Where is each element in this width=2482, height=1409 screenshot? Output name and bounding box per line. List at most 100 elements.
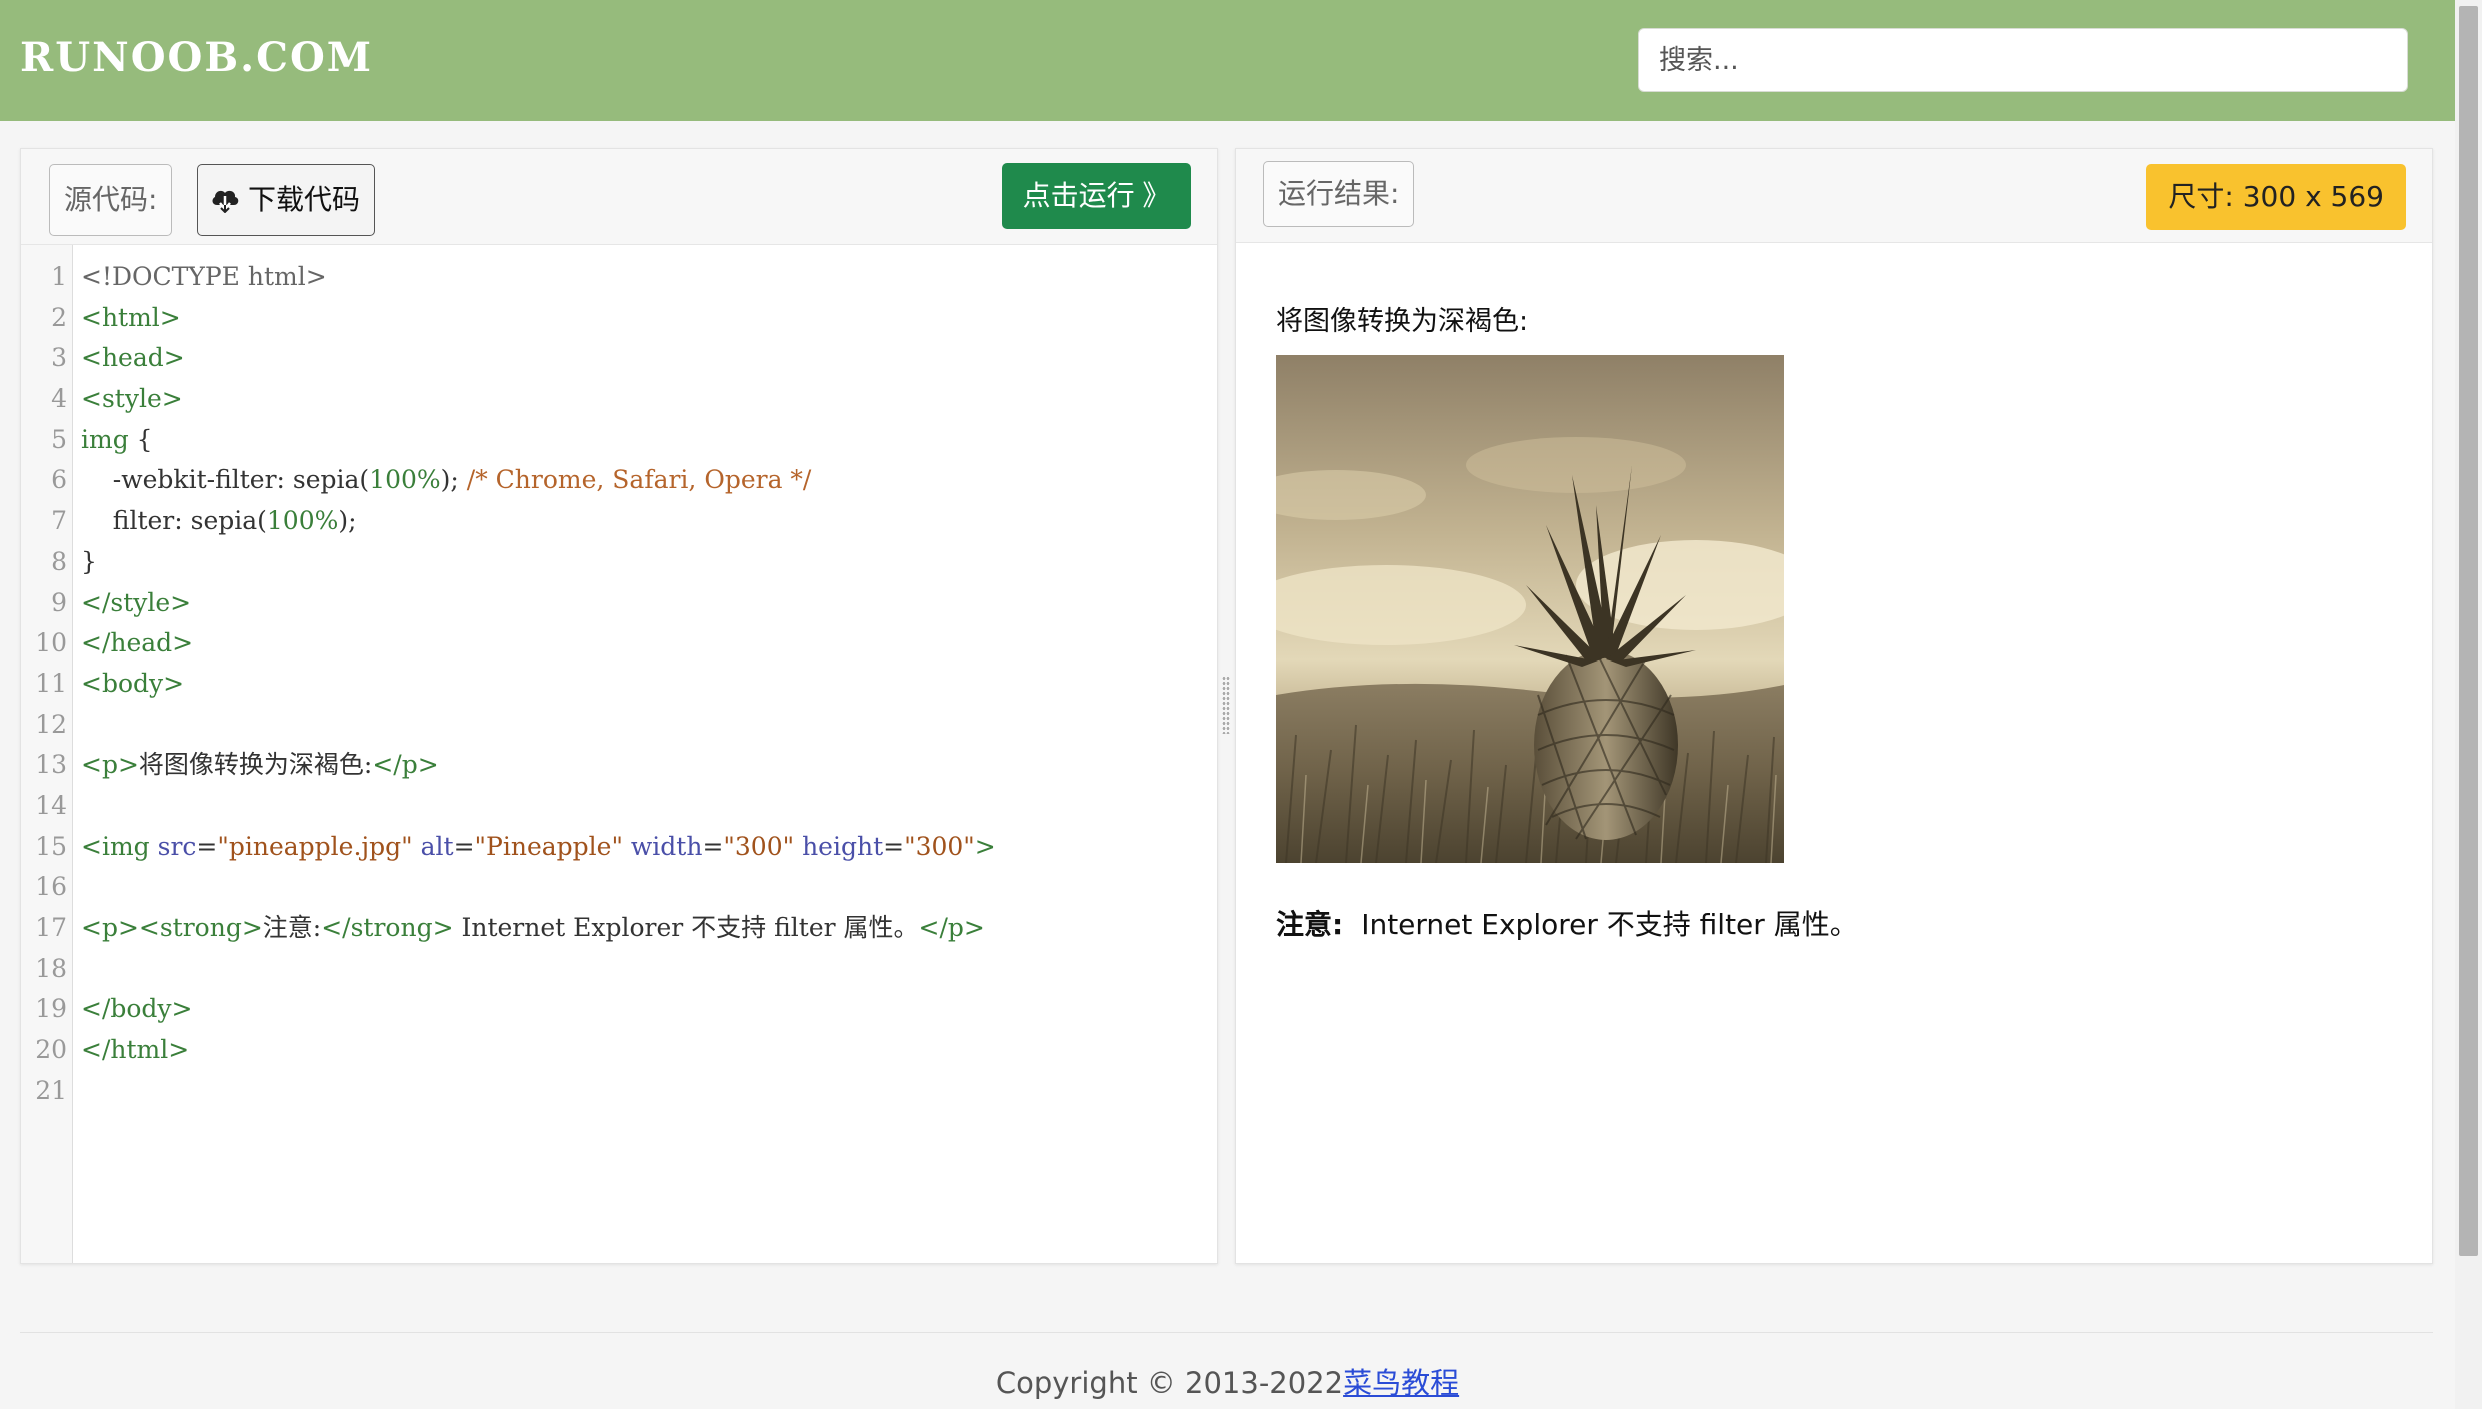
line-number: 10 xyxy=(35,628,67,658)
line-number: 17 xyxy=(35,913,67,942)
code-line[interactable]: 20 </html> xyxy=(21,1030,1217,1071)
code-line[interactable]: 10 </head> xyxy=(21,623,1217,664)
code-line[interactable]: 16 xyxy=(21,867,1217,908)
code-token: = xyxy=(453,831,475,861)
code-lines[interactable]: 1 <!DOCTYPE html> 2 <html> 3 <head> 4 <style> 5 i… xyxy=(21,257,1217,1111)
line-content[interactable]: img { xyxy=(81,420,153,461)
source-code-label: 源代码: xyxy=(49,164,173,236)
line-number: 15 xyxy=(35,831,67,861)
line-content[interactable]: </body> xyxy=(81,989,193,1030)
code-line[interactable]: 17 <p><strong>注意:</strong> Internet Explo… xyxy=(21,908,1217,949)
code-token: </strong> xyxy=(321,913,454,942)
line-number: 20 xyxy=(35,1035,67,1065)
source-code-panel: 源代码: 下载代码 点击运行 》 1 <!DOCTYPE html> 2 <html>… xyxy=(20,148,1218,1264)
code-token: <head> xyxy=(81,343,185,373)
code-line[interactable]: 7 filter: sepia(100%); xyxy=(21,501,1217,542)
line-content[interactable]: <head> xyxy=(81,338,185,379)
site-logo[interactable]: RUNOOB.COM xyxy=(20,34,373,81)
scrollbar-thumb[interactable] xyxy=(2459,6,2478,1256)
line-content[interactable]: -webkit-filter: sepia(100%); /* Chrome, … xyxy=(81,460,812,501)
line-content[interactable]: } xyxy=(81,542,97,583)
top-header: RUNOOB.COM xyxy=(0,0,2455,121)
code-line[interactable]: 2 <html> xyxy=(21,298,1217,339)
code-token: <img xyxy=(81,831,158,861)
line-content[interactable]: </head> xyxy=(81,623,193,664)
code-line[interactable]: 9 </style> xyxy=(21,583,1217,624)
line-number: 11 xyxy=(35,668,67,698)
code-token: <p> xyxy=(81,750,139,780)
cloud-download-icon xyxy=(212,190,239,213)
code-line[interactable]: 1 <!DOCTYPE html> xyxy=(21,257,1217,298)
line-content[interactable]: <p>将图像转换为深褐色:</p> xyxy=(81,745,439,786)
line-content[interactable]: <style> xyxy=(81,379,183,420)
code-line[interactable]: 3 <head> xyxy=(21,338,1217,379)
result-note: 注意: Internet Explorer 不支持 filter 属性。 xyxy=(1276,903,1858,943)
line-number: 3 xyxy=(51,343,67,373)
line-number: 14 xyxy=(35,790,67,820)
line-content[interactable]: </style> xyxy=(81,583,191,624)
code-token: width xyxy=(630,831,703,861)
page-scrollbar[interactable] xyxy=(2455,0,2482,1409)
code-token: height xyxy=(802,831,884,861)
line-content[interactable]: filter: sepia(100%); xyxy=(81,501,357,542)
code-token: /* Chrome, Safari, Opera */ xyxy=(466,465,812,495)
pineapple-image xyxy=(1276,355,1784,863)
code-token: <body> xyxy=(81,668,185,698)
code-line[interactable]: 19 </body> xyxy=(21,989,1217,1030)
code-token: = xyxy=(883,831,905,861)
code-token: ); xyxy=(338,506,357,536)
code-line[interactable]: 15 <img src="pineapple.jpg" alt="Pineappl… xyxy=(21,827,1217,868)
code-token: </body> xyxy=(81,994,193,1024)
code-token: <p><strong> xyxy=(81,913,263,942)
code-line[interactable]: 6 -webkit-filter: sepia(100%); /* Chrome… xyxy=(21,460,1217,501)
code-line[interactable]: 12 xyxy=(21,705,1217,746)
run-code-button[interactable]: 点击运行 》 xyxy=(1002,163,1191,229)
code-token: <!DOCTYPE html> xyxy=(81,262,327,291)
code-line[interactable]: 18 xyxy=(21,949,1217,990)
source-toolbar: 源代码: 下载代码 点击运行 》 xyxy=(21,149,1217,245)
code-token: { xyxy=(128,424,153,454)
code-token: ); xyxy=(440,465,467,495)
code-token: -webkit-filter: sepia( xyxy=(81,465,370,495)
line-number: 21 xyxy=(35,1075,67,1105)
result-paragraph: 将图像转换为深褐色: xyxy=(1276,306,1529,337)
search-input[interactable] xyxy=(1638,28,2408,92)
code-token: "pineapple.jpg" xyxy=(217,831,413,861)
code-token: 100% xyxy=(369,465,441,495)
line-content[interactable]: <!DOCTYPE html> xyxy=(81,257,327,298)
download-code-label: 下载代码 xyxy=(248,183,361,216)
line-number: 4 xyxy=(51,384,67,414)
pineapple-sepia-illustration xyxy=(1276,355,1784,863)
line-content[interactable]: <html> xyxy=(81,298,181,339)
code-token: "300" xyxy=(904,831,975,861)
line-number: 16 xyxy=(35,872,67,902)
code-token: </p> xyxy=(918,913,985,942)
code-line[interactable]: 4 <style> xyxy=(21,379,1217,420)
line-number: 19 xyxy=(35,994,67,1024)
download-code-button[interactable]: 下载代码 xyxy=(197,164,376,236)
runoob-link[interactable]: 菜鸟教程 xyxy=(1343,1366,1459,1400)
code-line[interactable]: 8} xyxy=(21,542,1217,583)
size-badge: 尺寸: 300 x 569 xyxy=(2146,164,2406,230)
code-line[interactable]: 11 <body> xyxy=(21,664,1217,705)
line-number: 7 xyxy=(51,506,67,536)
line-content[interactable]: <img src="pineapple.jpg" alt="Pineapple"… xyxy=(81,827,996,868)
line-number: 18 xyxy=(35,953,67,983)
code-line[interactable]: 13 <p>将图像转换为深褐色:</p> xyxy=(21,745,1217,786)
code-token: alt xyxy=(420,831,454,861)
code-line[interactable]: 21 xyxy=(21,1071,1217,1112)
line-content[interactable]: <p><strong>注意:</strong> Internet Explore… xyxy=(81,908,985,949)
line-number: 1 xyxy=(51,262,67,291)
line-number: 9 xyxy=(51,587,67,617)
panel-resize-handle[interactable] xyxy=(1222,676,1230,734)
result-toolbar: 运行结果: 尺寸: 300 x 569 xyxy=(1236,149,2432,243)
code-token: <style> xyxy=(81,384,183,414)
line-content[interactable]: <body> xyxy=(81,664,184,705)
code-editor[interactable]: 1 <!DOCTYPE html> 2 <html> 3 <head> 4 <style> 5 i… xyxy=(21,245,1217,1263)
code-line[interactable]: 5 img { xyxy=(21,420,1217,461)
code-token: img xyxy=(81,424,129,454)
code-line[interactable]: 14 xyxy=(21,786,1217,827)
line-content[interactable]: </html> xyxy=(81,1030,189,1071)
